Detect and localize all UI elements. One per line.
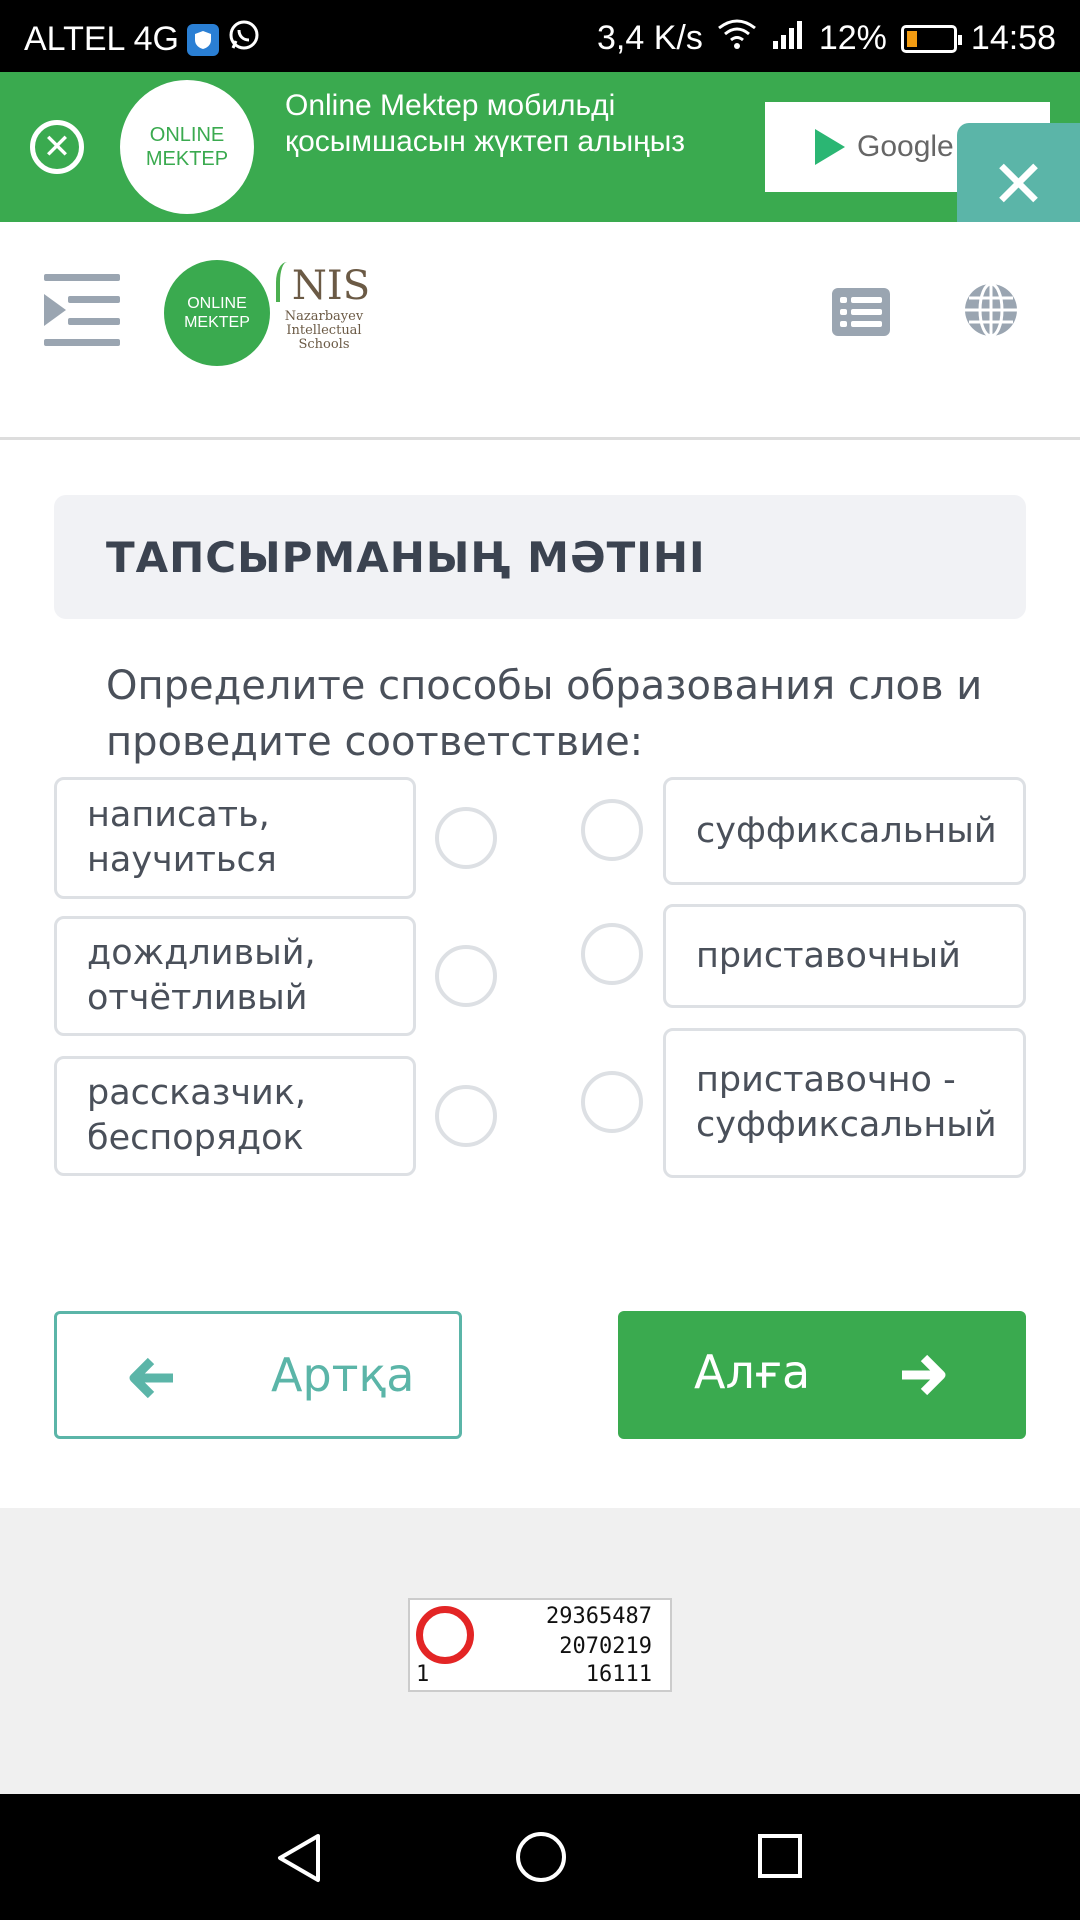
- question-text: Определите способы образования слов и пр…: [106, 663, 983, 765]
- right-radio-1[interactable]: [581, 799, 643, 861]
- globe-icon[interactable]: [963, 282, 1019, 338]
- left-option-2[interactable]: дождливый, отчётливый: [54, 916, 416, 1036]
- google-play-icon: [815, 129, 845, 165]
- status-bar: ALTEL 4G 3,4 K/s 12% 14:58: [0, 0, 1080, 72]
- nis-line1: Nazarbayev: [284, 309, 364, 324]
- right-radio-2[interactable]: [581, 923, 643, 985]
- online-mektep-logo[interactable]: ONLINE MEKTEP: [164, 260, 270, 366]
- site-header: ONLINE MEKTEP NIS Nazarbayev Intellectua…: [0, 222, 1080, 440]
- left-option-3[interactable]: рассказчик, беспорядок: [54, 1056, 416, 1176]
- list-icon[interactable]: [832, 288, 890, 336]
- battery-percent: 12%: [818, 19, 887, 57]
- network-speed: 3,4 K/s: [597, 19, 703, 57]
- task-header: ТАПСЫРМАНЫҢ МӘТІНІ: [54, 495, 1026, 619]
- right-radio-3[interactable]: [581, 1071, 643, 1133]
- right-option-1[interactable]: суффиксальный: [663, 777, 1026, 885]
- back-triangle-icon[interactable]: [274, 1832, 324, 1888]
- close-circle-icon[interactable]: ✕: [30, 120, 84, 174]
- right-option-2[interactable]: приставочный: [663, 904, 1026, 1008]
- clock: 14:58: [970, 19, 1056, 57]
- counter-line4: 1: [416, 1662, 430, 1687]
- app-promo-banner: ✕ ONLINE MEKTEP Online Mektep мобильді қ…: [0, 72, 1080, 222]
- counter-line1: 29365487: [546, 1604, 652, 1629]
- arrow-left-icon: [129, 1356, 175, 1410]
- battery-icon: [900, 24, 962, 53]
- back-button[interactable]: Артқа: [54, 1311, 462, 1439]
- counter-line2: 2070219: [559, 1634, 652, 1659]
- home-circle-icon[interactable]: [514, 1830, 568, 1888]
- next-button[interactable]: Алға: [618, 1311, 1026, 1439]
- recents-square-icon[interactable]: [756, 1832, 804, 1884]
- logo-line2: MEKTEP: [184, 314, 250, 331]
- whatsapp-icon: [227, 18, 261, 61]
- promo-logo-line2: MEKTEP: [145, 148, 229, 170]
- promo-logo-line1: ONLINE: [149, 124, 225, 146]
- task-card: ТАПСЫРМАНЫҢ МӘТІНІ Определите способы об…: [0, 440, 1080, 1508]
- nis-logo: NIS Nazarbayev Intellectual Schools: [276, 262, 372, 372]
- right-option-3[interactable]: приставочно - суффиксальный: [663, 1028, 1026, 1178]
- promo-text: Online Mektep мобильді қосымшасын жүктеп…: [285, 89, 686, 158]
- carrier-label: ALTEL 4G: [24, 20, 179, 58]
- shield-icon: [186, 23, 219, 56]
- logo-line1: ONLINE: [187, 295, 247, 312]
- left-option-1[interactable]: написать, научиться: [54, 777, 416, 899]
- left-radio-1[interactable]: [435, 807, 497, 869]
- promo-logo: ONLINE MEKTEP: [120, 80, 254, 214]
- left-radio-2[interactable]: [435, 945, 497, 1007]
- nis-line3: Schools: [298, 337, 350, 352]
- nis-line2: Intellectual: [286, 323, 362, 338]
- counter-ring-icon: [416, 1606, 474, 1664]
- visit-counter: 29365487 2070219 16111 1: [408, 1598, 672, 1692]
- counter-line3: 16111: [585, 1662, 652, 1687]
- menu-icon[interactable]: [44, 274, 120, 346]
- system-navbar: [0, 1794, 1080, 1920]
- signal-icon: [771, 19, 805, 58]
- back-label: Артқа: [271, 1348, 415, 1402]
- arrow-right-icon: [900, 1353, 946, 1407]
- left-radio-3[interactable]: [435, 1085, 497, 1147]
- next-label: Алға: [694, 1345, 811, 1399]
- wifi-icon: [717, 18, 757, 59]
